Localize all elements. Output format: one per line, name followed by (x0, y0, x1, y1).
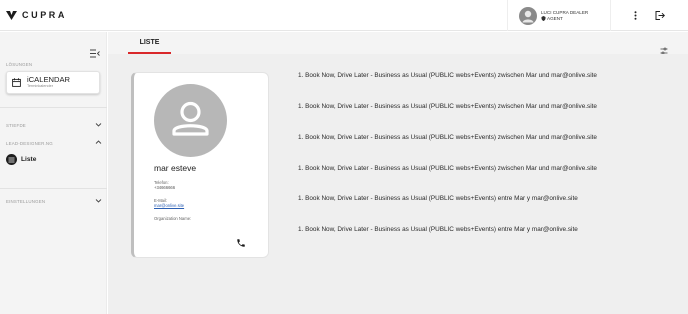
sidebar-item-liste-label: Liste (21, 156, 37, 163)
user-menu[interactable]: LUCI CUPRA DEALER AGENT (507, 0, 611, 31)
logout-icon (655, 10, 665, 20)
phone-icon (237, 239, 245, 247)
contact-avatar (154, 84, 227, 157)
top-bar: CUPRA LUCI CUPRA DEALER AGENT (0, 0, 688, 31)
event-item[interactable]: 1. Book Now, Drive Later - Business as U… (298, 72, 678, 79)
divider (0, 107, 107, 108)
contact-name: mar esteve (154, 163, 197, 173)
sidebar: LÖSUNGEN iCALENDAR Terminkalender STIEFD… (0, 32, 107, 314)
event-item[interactable]: 1. Book Now, Drive Later - Business as U… (298, 226, 678, 233)
phone-value: +34666666 (154, 185, 176, 190)
section-solutions-label: LÖSUNGEN (6, 62, 33, 67)
event-item[interactable]: 1. Book Now, Drive Later - Business as U… (298, 134, 678, 141)
section-settings-label: EINSTELLUNGEN (6, 199, 46, 204)
divider (0, 188, 107, 189)
cupra-logo-icon (6, 10, 17, 20)
more-options-button[interactable] (628, 8, 642, 22)
list-icon (6, 154, 17, 165)
person-icon (172, 101, 209, 136)
event-item[interactable]: 1. Book Now, Drive Later - Business as U… (298, 103, 678, 110)
calendar-icon (12, 78, 21, 87)
avatar (519, 6, 537, 25)
section-stammdaten[interactable]: STIEFDE (6, 121, 102, 129)
logout-button[interactable] (653, 8, 667, 22)
user-role-label: AGENT (547, 15, 563, 21)
menu-collapse-icon (90, 49, 100, 58)
filter-button[interactable] (660, 40, 668, 55)
shield-icon (541, 16, 546, 21)
sidebar-item-icalendar-subtitle: Terminkalender (27, 84, 53, 88)
sidebar-item-icalendar[interactable]: iCALENDAR Terminkalender (6, 71, 100, 94)
person-icon (522, 10, 534, 22)
sidebar-item-icalendar-title: iCALENDAR (27, 75, 71, 84)
brand-logo[interactable]: CUPRA (6, 10, 67, 20)
contact-card[interactable]: mar esteve Telefon: +34666666 E-Mail: ma… (131, 72, 269, 258)
more-vert-icon (634, 10, 636, 20)
section-leads[interactable]: LEAD-DESIGNER.NG (6, 139, 102, 147)
event-item[interactable]: 1. Book Now, Drive Later - Business as U… (298, 195, 678, 202)
section-settings[interactable]: EINSTELLUNGEN (6, 197, 102, 205)
chevron-down-icon (95, 199, 102, 203)
chevron-up-icon (95, 140, 102, 144)
sidebar-collapse-button[interactable] (90, 43, 100, 58)
sidebar-item-liste[interactable]: Liste (6, 154, 36, 165)
section-leads-label: LEAD-DESIGNER.NG (6, 141, 53, 146)
tab-bar: LISTE (108, 32, 688, 55)
organization-label: Organization Name: (154, 216, 192, 221)
call-button[interactable] (236, 233, 246, 247)
tab-liste-label: LISTE (139, 39, 160, 46)
brand-logo-text: CUPRA (22, 10, 68, 20)
event-item[interactable]: 1. Book Now, Drive Later - Business as U… (298, 165, 678, 172)
email-link[interactable]: mar@onlive.site (154, 203, 184, 208)
user-role: AGENT (541, 16, 588, 22)
chevron-down-icon (95, 123, 102, 127)
section-stammdaten-label: STIEFDE (6, 123, 26, 128)
